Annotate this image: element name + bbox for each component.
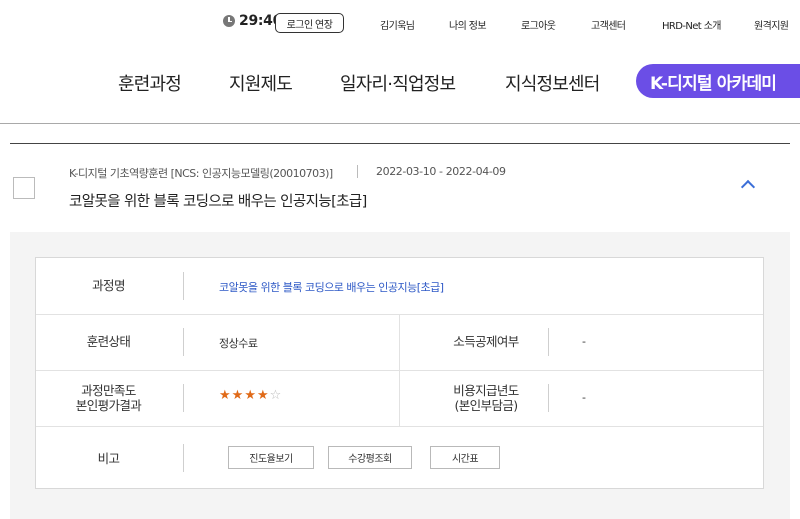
row-divider: [36, 426, 763, 427]
label-separator: [183, 444, 184, 472]
cost-year-label: 비용지급년도 (본인부담금): [426, 383, 546, 413]
star-filled-icon: ★: [256, 388, 270, 403]
label-separator: [183, 272, 184, 300]
course-period: 2022-03-10 - 2022-04-09: [376, 165, 506, 178]
utility-bar: 29:40 로그인 연장 김기욱님 나의 정보 로그아웃 고객센터 HRD-Ne…: [0, 12, 800, 34]
satisfaction-label-line2: 본인평가결과: [75, 398, 142, 413]
course-category: K-디지털 기초역량훈련 [NCS: 인공지능모델링(20010703)]: [69, 167, 333, 180]
logout-link[interactable]: 로그아웃: [521, 17, 556, 32]
nav-k-digital-academy[interactable]: K-디지털 아카데미: [636, 64, 800, 98]
nav-knowledge-center[interactable]: 지식정보센터: [505, 70, 600, 96]
star-filled-icon: ★: [244, 388, 257, 403]
nav-job-info[interactable]: 일자리·직업정보: [340, 70, 456, 96]
clock-icon: [223, 15, 235, 27]
label-separator: [548, 384, 549, 412]
progress-view-button[interactable]: 진도율보기: [228, 446, 314, 469]
remote-support-link[interactable]: 원격지원: [754, 17, 789, 32]
course-name-label: 과정명: [92, 278, 125, 293]
hrd-net-intro-link[interactable]: HRD-Net 소개: [662, 17, 722, 32]
chevron-up-icon[interactable]: [740, 179, 756, 195]
cost-year-label-line2: (본인부담금): [454, 398, 518, 413]
training-status-value: 정상수료: [219, 337, 258, 350]
label-separator: [183, 328, 184, 356]
my-info-link[interactable]: 나의 정보: [449, 17, 487, 32]
course-title[interactable]: 코알못을 위한 블록 코딩으로 배우는 인공지능[초급]: [69, 190, 367, 211]
satisfaction-label-line1: 과정만족도: [81, 383, 136, 398]
satisfaction-label: 과정만족도 본인평가결과: [56, 383, 161, 413]
star-filled-icon: ★: [231, 388, 245, 403]
course-name-value[interactable]: 코알못을 위한 블록 코딩으로 배우는 인공지능[초급]: [219, 279, 444, 295]
cost-year-label-line1: 비용지급년도: [453, 383, 519, 398]
user-name-link[interactable]: 김기욱님: [380, 17, 415, 32]
course-select-checkbox[interactable]: [13, 177, 35, 199]
nav-training-courses[interactable]: 훈련과정: [118, 70, 182, 96]
label-separator: [548, 328, 549, 356]
remark-label: 비고: [97, 451, 120, 466]
label-separator: [183, 384, 184, 412]
column-divider: [399, 314, 400, 426]
nav-divider: [0, 123, 800, 124]
list-top-border: [10, 143, 790, 144]
star-filled-icon: ★: [219, 388, 232, 403]
tax-deduction-value: -: [582, 335, 586, 348]
course-detail-table: 과정명 코알못을 위한 블록 코딩으로 배우는 인공지능[초급] 훈련상태 정상…: [35, 257, 764, 489]
timetable-button[interactable]: 시간표: [430, 446, 500, 469]
rating-stars: ★★★★☆: [219, 388, 282, 403]
cost-year-value: -: [582, 391, 586, 404]
review-lookup-button[interactable]: 수강평조회: [328, 446, 412, 469]
training-status-label: 훈련상태: [86, 334, 131, 349]
tax-deduction-label: 소득공제여부: [453, 334, 519, 349]
extend-login-button[interactable]: 로그인 연장: [275, 13, 344, 33]
nav-support-system[interactable]: 지원제도: [229, 70, 293, 96]
star-empty-icon: ☆: [269, 388, 283, 403]
meta-divider: [357, 165, 358, 178]
customer-center-link[interactable]: 고객센터: [591, 17, 626, 32]
